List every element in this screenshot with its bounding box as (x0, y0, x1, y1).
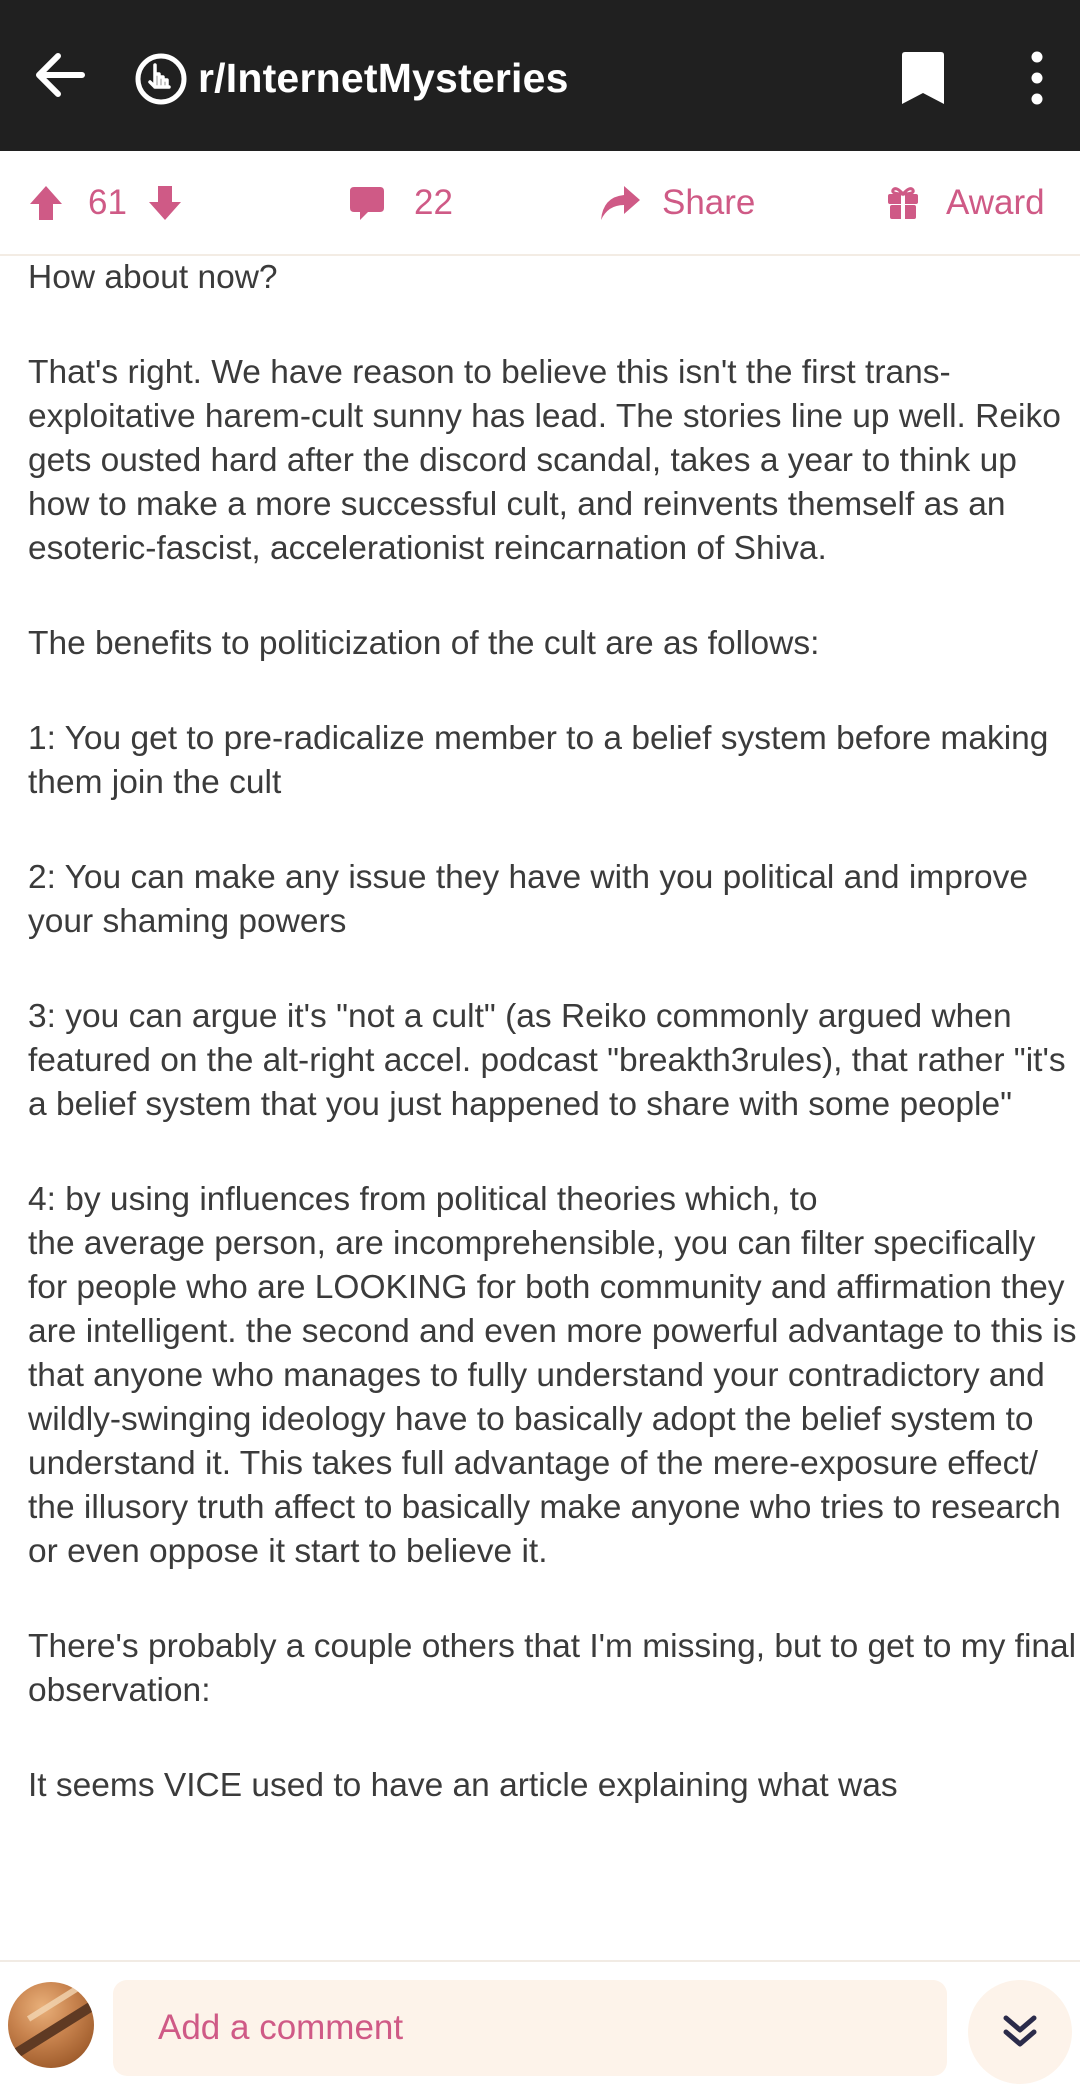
share-label: Share (662, 183, 756, 222)
share-icon (601, 185, 640, 220)
award-button[interactable]: Award (886, 151, 1045, 254)
downvote-icon[interactable] (147, 184, 183, 222)
paragraph: How about now? (28, 259, 278, 296)
avatar[interactable] (8, 1982, 94, 2068)
paragraph: 3: you can argue it's "not a cult" (as R… (28, 998, 1066, 1123)
paragraph: There's probably a couple others that I'… (28, 1628, 1077, 1709)
comment-count: 22 (414, 183, 453, 222)
paragraph: 1: You get to pre-radicalize member to a… (28, 720, 1049, 801)
upvote-count: 61 (88, 183, 127, 222)
share-button[interactable]: Share (598, 151, 755, 254)
arrow-left-icon[interactable] (30, 46, 88, 104)
paragraph: That's right. We have reason to believe … (28, 354, 1061, 567)
reddit-community-icon[interactable] (134, 52, 188, 106)
app-bar: r/InternetMysteries (0, 0, 1080, 151)
vote-control: 61 (28, 151, 183, 254)
scroll-down-button[interactable] (968, 1980, 1072, 2084)
gift-icon (888, 186, 918, 219)
award-label: Award (946, 183, 1045, 222)
comment-placeholder: Add a comment (158, 2008, 404, 2047)
avatar-shadow (8, 2000, 94, 2062)
post-body: How about now? That's right. We have rea… (28, 256, 1080, 1958)
paragraph: The benefits to politicization of the cu… (28, 625, 820, 662)
chevron-double-down-icon (1003, 2015, 1037, 2047)
comment-input[interactable]: Add a comment (113, 1980, 947, 2076)
comment-bar: Add a comment (0, 1960, 1080, 2096)
post-actions-bar: 61 22 Share Award (0, 151, 1080, 256)
more-vertical-icon[interactable] (1022, 48, 1052, 108)
upvote-icon[interactable] (28, 184, 64, 222)
paragraph: 4: by using influences from political th… (28, 1181, 1077, 1570)
subreddit-title[interactable]: r/InternetMysteries (198, 50, 569, 106)
bookmark-icon[interactable] (900, 50, 946, 106)
paragraph: It seems VICE used to have an article ex… (28, 1767, 898, 1804)
comments-button[interactable]: 22 (348, 151, 453, 254)
comment-icon (350, 186, 384, 220)
paragraph: 2: You can make any issue they have with… (28, 859, 1029, 940)
